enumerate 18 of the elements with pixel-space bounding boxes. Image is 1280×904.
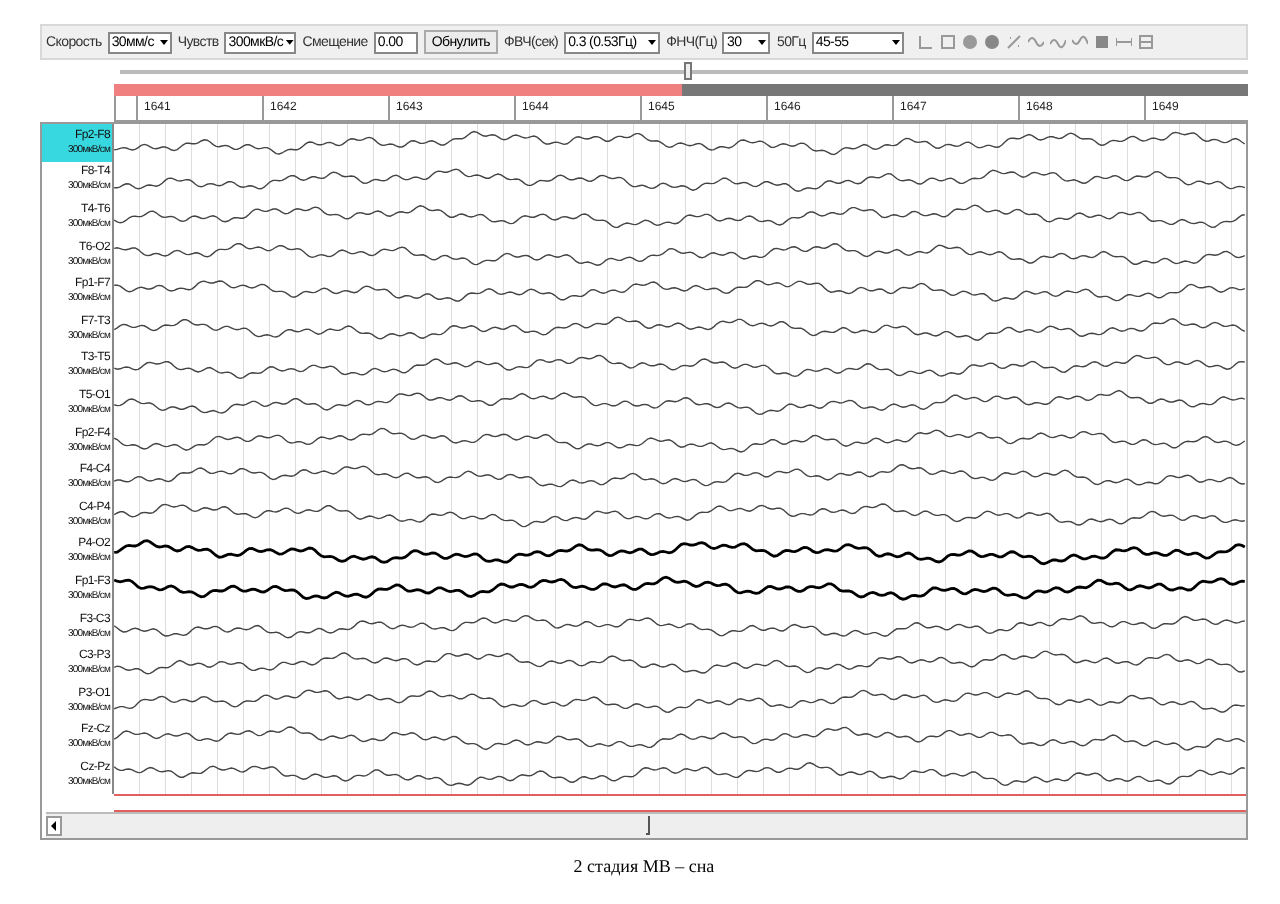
dropdown-arrow-icon[interactable]: [283, 36, 295, 48]
percent-icon[interactable]: [1005, 34, 1022, 50]
dropdown-arrow-icon[interactable]: [157, 36, 170, 48]
ruler-icon[interactable]: [1115, 34, 1132, 50]
horizontal-scrollbar[interactable]: [46, 811, 1246, 838]
scrollbar-thumb-icon[interactable]: [646, 815, 652, 836]
dropdown-arrow-icon[interactable]: [889, 36, 902, 48]
cursor-icon[interactable]: [917, 34, 934, 50]
left-arrow-icon[interactable]: [46, 815, 62, 836]
dropdown-arrow-icon[interactable]: [756, 36, 769, 48]
circle-icon[interactable]: [961, 34, 978, 50]
slider-thumb-icon[interactable]: [684, 62, 692, 80]
square-icon[interactable]: [939, 34, 956, 50]
circle-icon[interactable]: [983, 34, 1000, 50]
square-icon[interactable]: [1093, 34, 1110, 50]
grid-icon[interactable]: [1137, 34, 1154, 50]
dropdown-arrow-icon[interactable]: [646, 36, 659, 48]
figure-caption: 2 стадия МВ – сна: [571, 855, 717, 876]
